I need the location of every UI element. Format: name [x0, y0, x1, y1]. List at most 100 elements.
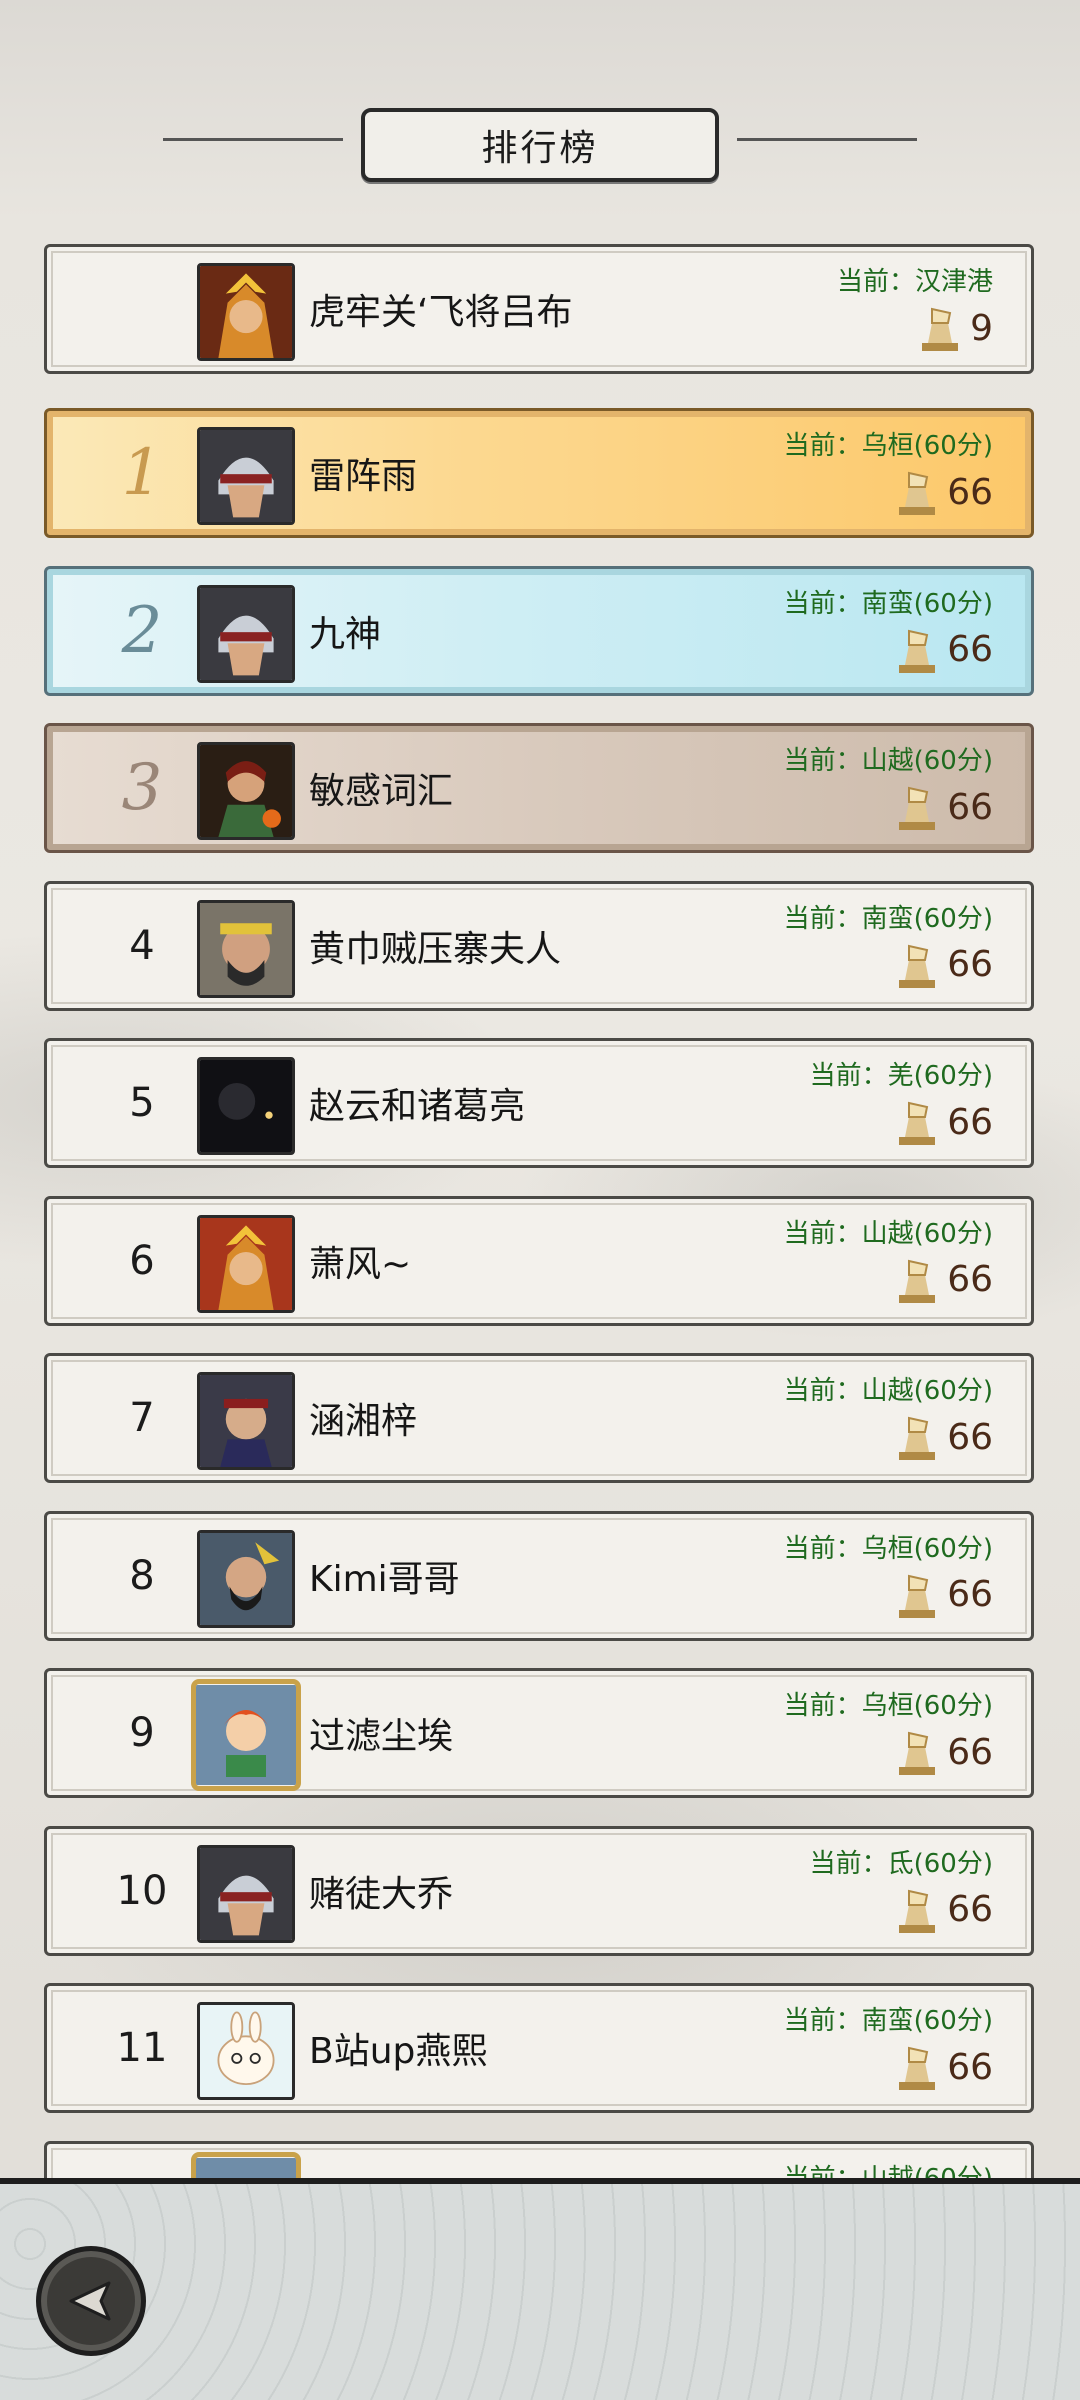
current-region: 当前：山越(60分) — [783, 1218, 993, 1249]
player-name: 赵云和诸葛亮 — [309, 1086, 526, 1127]
trophy-icon — [899, 1416, 936, 1460]
rank-card[interactable]: 3 敏感词汇 当前：山越(60分) 66 — [44, 723, 1034, 853]
rank-number: 8 — [129, 1552, 155, 1599]
header: 排行榜 — [0, 0, 1080, 220]
footer — [0, 2178, 1080, 2400]
rank-number: 11 — [116, 2025, 168, 2071]
trophy-icon — [922, 307, 959, 351]
cartoon-child-framed-avatar-icon — [191, 1679, 301, 1791]
rank-number: 1 — [121, 436, 163, 510]
trophy-icon — [899, 1889, 936, 1933]
wave-pattern — [0, 2184, 1080, 2400]
score-value: 66 — [947, 1259, 993, 1300]
score: 66 — [895, 940, 993, 990]
trophy-icon — [899, 786, 936, 830]
player-name: 雷阵雨 — [309, 456, 418, 497]
player-name: 黄巾贼压寨夫人 — [309, 928, 562, 970]
current-region: 当前：羌(60分) — [809, 1061, 993, 1091]
player-name: 九神 — [309, 613, 382, 655]
trophy-icon — [899, 1731, 936, 1775]
rank-number: 6 — [129, 1237, 155, 1284]
back-arrow-icon — [69, 2281, 111, 2321]
score-value: 66 — [947, 471, 993, 513]
rank-card[interactable]: 2 九神 当前：南蛮(60分) 66 — [44, 565, 1034, 696]
rank-number: 10 — [116, 1867, 168, 1914]
rank-card[interactable]: 11 B站up燕熙 当前：南蛮(60分) 66 — [44, 1983, 1034, 2113]
leaderboard-list[interactable]: 虎牢关‘飞将吕布 当前：汉津港 9 1 雷阵雨 当前：乌桓(60分) 66 2 九神 当前：… — [0, 238, 1080, 2184]
yellow-turban-avatar-icon — [197, 899, 295, 998]
score-value: 66 — [947, 1731, 993, 1773]
back-button[interactable] — [36, 2246, 146, 2356]
bearded-general-avatar-icon — [197, 1529, 295, 1628]
rank-card[interactable]: 8 Kimi哥哥 当前：乌桓(60分) 66 — [44, 1510, 1034, 1641]
score: 66 — [895, 782, 993, 832]
score: 66 — [895, 1097, 993, 1147]
rank-number: 7 — [129, 1395, 155, 1441]
score: 66 — [895, 625, 993, 675]
rank-card[interactable]: 4 黄巾贼压寨夫人 当前：南蛮(60分) 66 — [44, 880, 1034, 1011]
score: 66 — [895, 467, 993, 517]
cartoon-rabbit-avatar-icon — [197, 2002, 295, 2100]
trophy-icon — [899, 1259, 936, 1303]
page-title: 排行榜 — [481, 128, 599, 169]
score: 66 — [895, 1885, 993, 1935]
title-plaque: 排行榜 — [163, 108, 917, 182]
score-value: 66 — [947, 944, 993, 985]
trophy-icon — [899, 1101, 936, 1145]
current-region: 当前：乌桓(60分) — [783, 431, 993, 461]
rank-card[interactable]: 5 赵云和诸葛亮 当前：羌(60分) 66 — [44, 1038, 1034, 1168]
rank-number: 5 — [129, 1080, 155, 1126]
score-value: 66 — [947, 1574, 993, 1615]
current-region: 当前：山越(60分) — [783, 1376, 993, 1406]
helmet-warrior-avatar-icon — [197, 427, 295, 525]
player-name: B站up燕熙 — [309, 2031, 488, 2072]
helmet-warrior-avatar-icon — [197, 584, 295, 683]
red-hair-warrior-avatar-icon — [197, 742, 295, 840]
score: 66 — [895, 1412, 993, 1462]
general-red-gold-avatar-icon — [197, 1214, 295, 1313]
current-region: 当前：南蛮(60分) — [783, 903, 993, 934]
score-value: 66 — [947, 629, 993, 670]
current-region: 当前：山越(60分) — [783, 746, 993, 776]
player-name: 萧风~ — [309, 1243, 412, 1285]
trophy-icon — [899, 944, 936, 988]
rank-number: 4 — [129, 922, 155, 969]
score: 9 — [918, 303, 993, 353]
score-value: 9 — [970, 307, 993, 349]
current-region: 当前：汉津港 — [836, 267, 993, 297]
rank-card[interactable]: 7 涵湘梓 当前：山越(60分) 66 — [44, 1353, 1034, 1483]
current-region: 当前：氐(60分) — [809, 1848, 993, 1879]
rank-card[interactable]: 1 雷阵雨 当前：乌桓(60分) 66 — [44, 408, 1034, 538]
score-value: 66 — [947, 786, 993, 828]
player-name: 涵湘梓 — [309, 1401, 418, 1442]
rank-card[interactable]: 10 赌徒大乔 当前：氐(60分) 66 — [44, 1825, 1034, 1956]
score-value: 66 — [947, 1889, 993, 1930]
trophy-icon — [899, 1574, 936, 1618]
trophy-icon — [899, 2046, 936, 2090]
score: 66 — [895, 1570, 993, 1620]
player-name: 虎牢关‘飞将吕布 — [309, 292, 573, 333]
rank-number: 3 — [121, 751, 163, 825]
score: 66 — [895, 2042, 993, 2092]
self-rank-card[interactable]: 虎牢关‘飞将吕布 当前：汉津港 9 — [44, 244, 1034, 374]
helmet-warrior-avatar-icon — [197, 1844, 295, 1943]
rank-card[interactable]: 9 过滤尘埃 当前：乌桓(60分) 66 — [44, 1668, 1034, 1798]
rank-card[interactable]: 6 萧风~ 当前：山越(60分) 66 — [44, 1195, 1034, 1326]
current-region: 当前：南蛮(60分) — [783, 2006, 993, 2036]
score-value: 66 — [947, 1416, 993, 1458]
rank-number: 9 — [129, 1710, 155, 1756]
current-region: 当前：乌桓(60分) — [783, 1691, 993, 1721]
trophy-icon — [899, 471, 936, 515]
score-value: 66 — [947, 1101, 993, 1143]
player-name: Kimi哥哥 — [309, 1558, 460, 1600]
score-value: 66 — [947, 2046, 993, 2088]
current-region: 当前：乌桓(60分) — [783, 1533, 993, 1564]
player-name: 赌徒大乔 — [309, 1873, 454, 1915]
trophy-icon — [899, 629, 936, 673]
rank-number: 2 — [121, 593, 163, 668]
general-red-gold-avatar-icon — [197, 263, 295, 361]
score: 66 — [895, 1727, 993, 1777]
player-name: 敏感词汇 — [309, 771, 454, 812]
score: 66 — [895, 1255, 993, 1305]
dark-photo-avatar-icon — [197, 1057, 295, 1155]
